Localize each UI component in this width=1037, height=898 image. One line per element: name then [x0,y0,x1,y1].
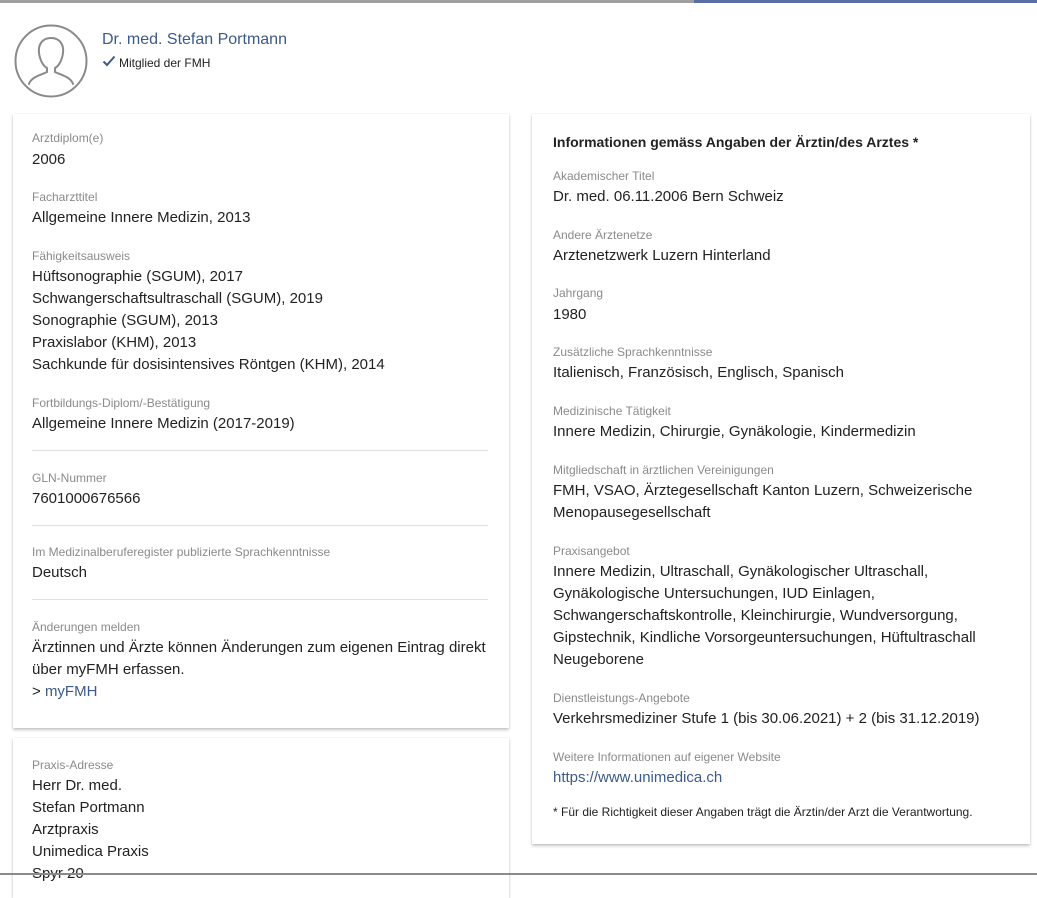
top-bar-accent [694,0,1037,3]
report-changes-line: über myFMH erfassen. [32,661,185,678]
practice-offer-value: Innere Medizin, Ultraschall, Gynäkologis… [553,561,976,671]
training-label: Fortbildungs-Diplom/-Bestätigung [32,396,211,410]
practice-offer-line: Innere Medizin, Ultraschall, Gynäkologis… [553,563,929,580]
address-line: Herr Dr. med. [32,777,123,794]
medical-activity-value: Innere Medizin, Chirurgie, Gynäkologie, … [553,423,916,440]
specialist-title-label: Facharzttitel [32,190,98,204]
membership-line: Menopausegesellschaft [553,504,711,521]
practice-address-label: Praxis-Adresse [32,758,114,772]
other-networks-label: Andere Ärztenetze [553,228,653,242]
practice-address: Herr Dr. med. Stefan Portmann Arztpraxis… [32,775,149,885]
top-progress-bar [0,0,1037,4]
register-languages-value: Deutsch [32,564,88,581]
register-languages-label: Im Medizinalberuferegister publizierte S… [32,545,331,559]
practice-offer-label: Praxisangebot [553,544,630,558]
other-networks-value: Arztenetzwerk Luzern Hinterland [553,247,771,264]
diploma-label: Arztdiplom(e) [32,131,104,145]
membership-badge: Mitglied der FMH [102,55,210,70]
report-changes-label: Änderungen melden [32,620,141,634]
divider [32,525,488,526]
practice-offer-line: Gipstechnik, Kindliche Vorsorgeuntersuch… [553,629,976,646]
website-link[interactable]: https://www.unimedica.ch [553,767,722,789]
report-changes-line: Ärztinnen und Ärzte können Änderungen zu… [32,639,486,656]
myfmh-link-row: > myFMH [32,681,486,703]
services-value: Verkehrsmediziner Stufe 1 (bis 30.06.202… [553,710,980,727]
capability-label: Fähigkeitsausweis [32,249,131,263]
academic-title-label: Akademischer Titel [553,169,655,183]
birth-year-label: Jahrgang [553,286,604,300]
report-changes-text: Ärztinnen und Ärzte können Änderungen zu… [32,637,486,703]
association-membership-label: Mitgliedschaft in ärztlichen Vereinigung… [553,463,774,477]
gln-label: GLN-Nummer [32,471,107,485]
membership-label: Mitglied der FMH [119,55,211,70]
responsibility-footnote: * Für die Richtigkeit dieser Angaben trä… [553,805,973,819]
academic-title-value: Dr. med. 06.11.2006 Bern Schweiz [553,188,784,205]
capability-item: Sachkunde für dosisintensives Röntgen (K… [32,356,385,373]
association-membership-value: FMH, VSAO, Ärztegesellschaft Kanton Luze… [553,480,972,524]
services-label: Dienstleistungs-Angebote [553,691,690,705]
extra-languages-label: Zusätzliche Sprachkenntnisse [553,345,713,359]
user-avatar-icon [14,24,88,98]
training-value: Allgemeine Innere Medizin (2017-2019) [32,415,295,432]
capability-item: Sonographie (SGUM), 2013 [32,312,218,329]
practice-offer-line: Neugeborene [553,651,644,668]
practice-offer-line: Gynäkologische Untersuchungen, IUD Einla… [553,585,875,602]
membership-line: FMH, VSAO, Ärztegesellschaft Kanton Luze… [553,482,973,499]
self-reported-heading: Informationen gemäss Angaben der Ärztin/… [553,134,919,150]
diploma-value: 2006 [32,151,66,168]
divider [32,450,488,451]
website-label: Weitere Informationen auf eigener Websit… [553,750,781,764]
medical-activity-label: Medizinische Tätigkeit [553,404,671,418]
myfmh-link[interactable]: myFMH [45,683,98,700]
top-bar-track [0,0,694,3]
birth-year-value: 1980 [553,306,587,323]
link-prefix: > [32,683,45,700]
qualifications-card: Arztdiplom(e) 2006 Facharzttitel Allgeme… [13,114,509,728]
checkmark-icon [102,55,116,70]
capability-item: Schwangerschaftsultraschall (SGUM), 2019 [32,290,323,307]
address-line: Stefan Portmann [32,799,145,816]
extra-languages-value: Italienisch, Französisch, Englisch, Span… [553,364,844,381]
divider [32,599,488,600]
capability-list: Hüftsonographie (SGUM), 2017 Schwangersc… [32,266,385,376]
address-line: Arztpraxis [32,821,99,838]
specialist-title-value: Allgemeine Innere Medizin, 2013 [32,209,251,226]
address-line: Unimedica Praxis [32,843,149,860]
practice-offer-line: Schwangerschaftskontrolle, Kleinchirurgi… [553,607,958,624]
gln-value: 7601000676566 [32,490,141,507]
doctor-name: Dr. med. Stefan Portmann [102,31,287,48]
capability-item: Praxislabor (KHM), 2013 [32,334,197,351]
self-reported-info-card: Informationen gemäss Angaben der Ärztin/… [532,114,1030,844]
capability-item: Hüftsonographie (SGUM), 2017 [32,268,243,285]
